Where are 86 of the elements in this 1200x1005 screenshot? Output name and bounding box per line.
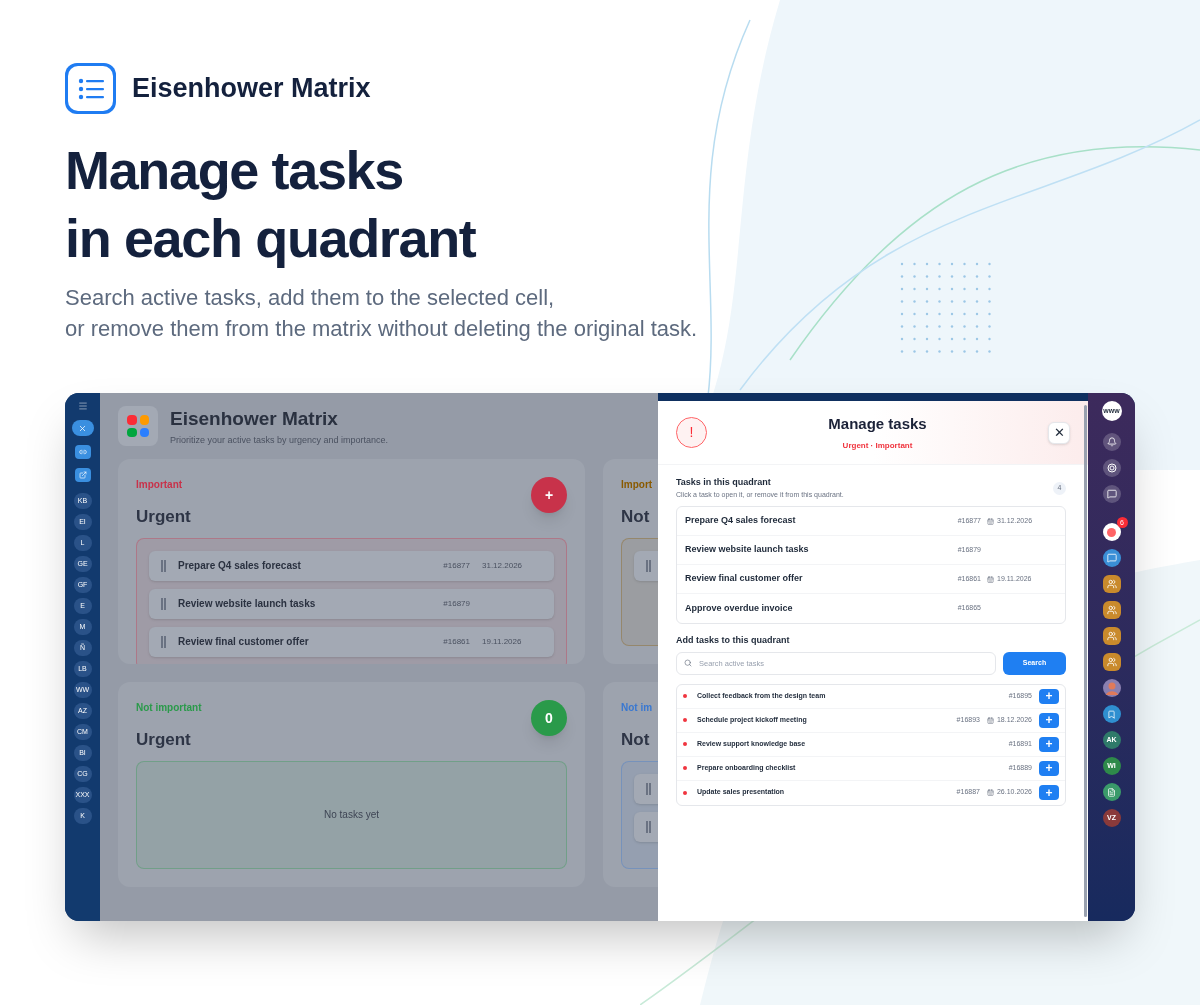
- add-button[interactable]: +: [1039, 712, 1059, 728]
- avatar[interactable]: [1102, 679, 1121, 697]
- task-title: Review final customer offer: [178, 635, 310, 649]
- drag-handle-icon: [161, 635, 166, 648]
- hero-heading: Manage tasks: [65, 139, 404, 202]
- chat-icon: [1106, 489, 1117, 499]
- add-button[interactable]: +: [1039, 785, 1059, 800]
- task-card[interactable]: Prepare Q4 sales forecast #16877 31.12.2026: [149, 550, 554, 581]
- quadrant-title: Not: [621, 506, 651, 528]
- add-button[interactable]: +: [1039, 688, 1059, 704]
- document-button[interactable]: [1102, 783, 1121, 801]
- close-button[interactable]: [71, 420, 94, 436]
- task-title: Review website launch tasks: [685, 543, 810, 557]
- menu-icon: [77, 401, 88, 411]
- document-icon: [1107, 787, 1116, 797]
- page-subtitle: Prioritize your active tasks by urgency and importance.: [170, 433, 389, 447]
- app-logo-icon: [118, 406, 158, 446]
- count-badge[interactable]: +: [531, 477, 567, 513]
- bell-icon: [1106, 437, 1117, 447]
- task-title: Review final customer offer: [685, 572, 804, 586]
- add-button[interactable]: +: [1039, 760, 1059, 776]
- link-button[interactable]: [74, 445, 91, 459]
- task-id: #16879: [443, 597, 470, 610]
- group-button[interactable]: [1102, 601, 1121, 619]
- ai-button[interactable]: [1102, 459, 1121, 477]
- group-button[interactable]: [1102, 653, 1121, 671]
- drag-handle-icon: [161, 597, 166, 610]
- person-icon: [1105, 681, 1118, 695]
- external-link-button[interactable]: [74, 468, 91, 482]
- task-title: Review website launch tasks: [178, 597, 317, 611]
- task-id: #16861: [443, 635, 470, 648]
- quadrant-title: Urgent: [136, 729, 192, 751]
- calendar-icon: [987, 575, 994, 583]
- chat-room-button[interactable]: [1102, 549, 1121, 567]
- page-title: Eisenhower Matrix: [170, 407, 339, 431]
- alert-button[interactable]: [1102, 523, 1121, 541]
- list-logo-icon: [65, 63, 116, 114]
- hero-heading: in each quadrant: [65, 207, 477, 270]
- add-button[interactable]: +: [1039, 736, 1059, 752]
- drag-handle-icon: [161, 559, 166, 572]
- quadrant-tag: Important: [136, 477, 191, 492]
- task-date: 19.11.2026: [482, 635, 523, 648]
- drag-handle-icon: [646, 559, 651, 572]
- chat-icon: [1106, 553, 1117, 563]
- task-title: Prepare Q4 sales forecast: [685, 514, 797, 528]
- external-link-icon: [78, 471, 87, 479]
- task-title: Approve overdue invoice: [685, 601, 794, 615]
- search-icon: [684, 659, 692, 667]
- section-title: Add tasks to this quadrant: [676, 634, 791, 647]
- task-card[interactable]: Review website launch tasks #16879: [149, 588, 554, 619]
- brand-title: Eisenhower Matrix: [132, 72, 371, 106]
- task-date: 31.12.2026: [482, 559, 524, 572]
- calendar-icon: [987, 517, 994, 525]
- empty-message: No tasks yet: [324, 808, 379, 823]
- task-card[interactable]: Review final customer offer #16861 19.11.2026: [149, 626, 554, 657]
- dialog-title: Manage tasks: [828, 413, 927, 434]
- hero-subtitle: Search active tasks, add them to the selected cell,: [65, 284, 556, 312]
- quadrant-tag: Not im: [621, 700, 653, 715]
- users-icon: [1106, 579, 1117, 589]
- count-badge[interactable]: 0: [531, 700, 567, 736]
- users-icon: [1106, 605, 1117, 615]
- hero-subtitle: or remove them from the matrix without deleting the original task.: [65, 315, 699, 343]
- bookmark-icon: [1107, 709, 1116, 719]
- calendar-icon: [986, 789, 994, 796]
- drag-handle-icon: [646, 820, 651, 833]
- calendar-icon: [986, 716, 994, 724]
- chat-button[interactable]: [1102, 485, 1121, 503]
- alert-icon: !: [676, 417, 707, 448]
- notification-button[interactable]: [1102, 433, 1121, 451]
- dialog-subtitle: Urgent · Important: [842, 440, 913, 453]
- link-icon: [78, 448, 87, 456]
- bookmark-button[interactable]: [1102, 705, 1121, 723]
- close-button[interactable]: ✕: [1048, 421, 1070, 444]
- quadrant-tag: Import: [621, 477, 653, 492]
- task-id: #16877: [443, 559, 470, 572]
- drag-handle-icon: [646, 782, 651, 795]
- quadrant-tag: Not important: [136, 700, 202, 715]
- quadrant-title: Urgent: [136, 506, 191, 528]
- group-button[interactable]: [1102, 575, 1121, 593]
- users-icon: [1106, 631, 1117, 641]
- task-title: Prepare Q4 sales forecast: [178, 559, 302, 573]
- group-button[interactable]: [1102, 627, 1121, 645]
- section-title: Tasks in this quadrant: [676, 476, 772, 489]
- close-icon: [78, 423, 87, 433]
- quadrant-title: Not: [621, 729, 651, 751]
- users-icon: [1106, 657, 1117, 667]
